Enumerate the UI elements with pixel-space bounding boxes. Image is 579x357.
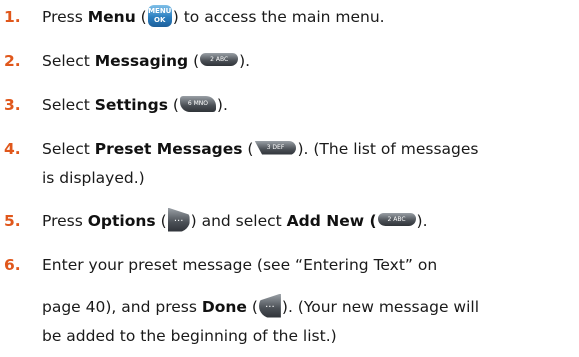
- step-number: 5.: [4, 212, 21, 230]
- settings-label: Settings: [94, 96, 168, 114]
- step-text: page 40), and press Done (···). (Your ne…: [42, 293, 479, 322]
- step-text: be added to the beginning of the list.): [42, 327, 337, 345]
- step-text: Enter your preset message (see “Entering…: [42, 256, 438, 274]
- step-number: 4.: [4, 140, 21, 158]
- options-label: Options: [87, 212, 156, 230]
- step-text: Press Menu (MENU OK) to access the main m…: [42, 4, 385, 27]
- step-text: is displayed.): [42, 169, 145, 187]
- step-text: Select Preset Messages (3 DEF). (The lis…: [42, 140, 479, 158]
- step-number: 3.: [4, 96, 21, 114]
- messaging-label: Messaging: [94, 52, 189, 70]
- left-softkey-icon: ···: [258, 293, 281, 318]
- preset-messages-label: Preset Messages: [94, 140, 243, 158]
- step-text: Select Messaging (2 ABC).: [42, 52, 251, 70]
- step-number: 2.: [4, 52, 21, 70]
- add-new-label: Add New: [286, 212, 365, 230]
- step-number: 6.: [4, 256, 21, 274]
- menu-ok-key-icon: MENU OK: [147, 4, 172, 27]
- menu-label: Menu: [87, 8, 136, 26]
- step-number: 1.: [4, 8, 21, 26]
- key-2-abc-icon: 2 ABC: [377, 213, 416, 226]
- key-2-abc-icon: 2 ABC: [200, 53, 239, 66]
- right-softkey-icon: ···: [167, 207, 190, 232]
- step-text: Select Settings (6 MNO).: [42, 95, 228, 114]
- done-label: Done: [201, 298, 247, 316]
- step-text: Press Options (···) and select Add New (…: [42, 207, 428, 236]
- key-6-mno-icon: 6 MNO: [179, 95, 216, 112]
- key-3-def-icon: 3 DEF: [254, 140, 297, 155]
